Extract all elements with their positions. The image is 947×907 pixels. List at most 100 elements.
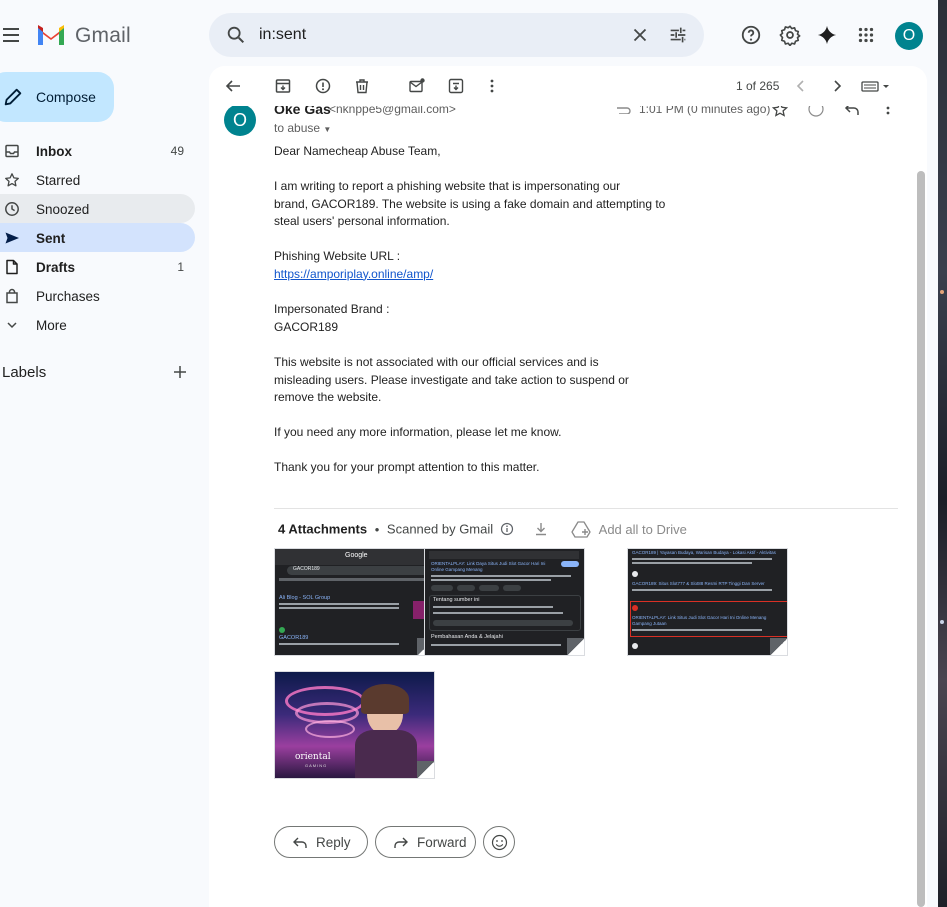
bag-icon: [6, 288, 18, 304]
attachment-thumbnail[interactable]: oriental GAMING: [274, 671, 435, 779]
forward-button[interactable]: Forward: [375, 826, 476, 858]
forward-label: Forward: [417, 835, 467, 850]
text-line: I am writing to report a phishing websit…: [274, 179, 621, 193]
email-paragraph: This website is not associated with our …: [274, 354, 629, 407]
sender-header: O Oke Gas <nknppe5@gmail.com> to abuse ▼…: [209, 100, 915, 140]
gmail-wordmark: Gmail: [75, 24, 131, 47]
gemini-sparkle-icon[interactable]: [816, 24, 838, 46]
brand-name: GACOR189: [274, 319, 339, 334]
sidebar-item-inbox[interactable]: Inbox 49: [0, 136, 195, 165]
email-paragraph: I am writing to report a phishing websit…: [274, 178, 665, 231]
download-all-icon[interactable]: [533, 521, 549, 537]
sidebar-item-purchases[interactable]: Purchases: [0, 281, 195, 310]
thumb-caption: oriental: [295, 752, 331, 762]
email-paragraph: If you need any more information, please…: [274, 425, 562, 439]
email-closing: Thank you for your prompt attention to t…: [274, 460, 540, 474]
scrollbar[interactable]: [915, 171, 927, 907]
sidebar-item-sent[interactable]: Sent: [0, 223, 195, 252]
attachments-divider: [274, 508, 898, 509]
chevron-right-icon[interactable]: [828, 77, 846, 95]
help-icon[interactable]: [740, 24, 762, 46]
pagination-label: 1 of 265: [736, 79, 780, 93]
brand-block: Impersonated Brand : GACOR189: [274, 301, 389, 336]
reply-button[interactable]: Reply: [274, 826, 368, 858]
compose-label: Compose: [36, 89, 96, 105]
tune-icon[interactable]: [667, 24, 689, 46]
emoji-reaction-button[interactable]: [483, 826, 515, 858]
compose-button[interactable]: Compose: [0, 72, 114, 122]
text-line: steal users' personal information.: [274, 214, 450, 228]
thumb-result-title: GACOR189: [279, 635, 309, 641]
sidebar-item-label: Drafts: [36, 260, 76, 275]
chevron-down-icon: ▼: [323, 125, 332, 134]
chevron-left-icon[interactable]: [792, 77, 810, 95]
mark-unread-icon[interactable]: [408, 77, 426, 95]
url-block: Phishing Website URL : https://amporipla…: [274, 248, 433, 283]
phishing-url-link[interactable]: https://amporiplay.online/amp/: [274, 267, 433, 281]
pencil-icon: [4, 88, 22, 106]
chevron-down-icon: [7, 322, 17, 329]
snooze-icon[interactable]: [447, 77, 465, 95]
reply-label: Reply: [316, 835, 351, 850]
more-vert-icon[interactable]: [483, 77, 501, 95]
thumb-result-title: Ali Blog - SOL Group: [279, 595, 331, 601]
search-icon[interactable]: [225, 24, 247, 46]
scanned-label: Scanned by Gmail: [386, 521, 494, 537]
search-bar[interactable]: in:sent: [209, 13, 704, 57]
message-pane: 1 of 265 O Oke Gas <nknppe5@gmail.com> t…: [209, 66, 927, 907]
attachment-thumbnail[interactable]: Google GACOR189 Ali Blog - SOL Group GAC…: [274, 548, 435, 656]
text-line: misleading users. Please investigate and…: [274, 372, 629, 387]
text-line: remove the website.: [274, 390, 382, 404]
sidebar-item-starred[interactable]: Starred: [0, 165, 195, 194]
thumb-section: Pembahasan Anda & Jelajahi: [431, 634, 503, 640]
star-icon: [5, 173, 19, 187]
draft-count: 1: [177, 260, 184, 274]
sidebar-item-label: Inbox: [36, 144, 72, 159]
thumb-google-logo: Google: [345, 552, 368, 559]
sidebar-item-snoozed[interactable]: Snoozed: [0, 194, 195, 223]
report-spam-icon[interactable]: [314, 77, 332, 95]
recipient-details[interactable]: to abuse ▼: [274, 121, 331, 135]
sidebar-item-more[interactable]: More: [0, 310, 195, 339]
send-icon: [5, 232, 19, 244]
window-edge: [938, 0, 947, 907]
back-arrow-icon[interactable]: [224, 77, 242, 95]
sidebar-item-label: Sent: [36, 231, 66, 246]
add-to-drive-label[interactable]: Add all to Drive: [599, 522, 687, 537]
info-icon[interactable]: [500, 522, 514, 536]
thumb-search-query: GACOR189: [293, 566, 320, 572]
thumb-result-title: GACOR189: Situs Slot777 & Slot88 Resmi R…: [632, 581, 765, 587]
sidebar-item-label: Purchases: [36, 289, 100, 304]
reply-icon: [293, 837, 307, 848]
attachments-header: 4 Attachments • Scanned by Gmail Add all…: [278, 520, 687, 540]
sidebar-item-drafts[interactable]: Drafts 1: [0, 252, 195, 281]
text-line: This website is not associated with our …: [274, 355, 599, 369]
url-label: Phishing Website URL :: [274, 249, 401, 263]
attachment-thumbnail[interactable]: GACOR189 | Yayasan Budaya, Warisan Buday…: [627, 548, 788, 656]
gmail-logo-icon[interactable]: [36, 23, 66, 47]
separator-dot: •: [374, 521, 380, 537]
archive-icon[interactable]: [274, 77, 292, 95]
scrollbar-thumb[interactable]: [917, 171, 925, 907]
apps-grid-icon[interactable]: [855, 24, 877, 46]
close-icon[interactable]: [629, 24, 651, 46]
delete-icon[interactable]: [353, 77, 371, 95]
brand-label: Impersonated Brand :: [274, 302, 390, 316]
thumb-subcaption: GAMING: [305, 763, 328, 768]
labels-heading: Labels: [2, 364, 47, 381]
sidebar-item-label: Snoozed: [36, 202, 90, 217]
gear-icon[interactable]: [779, 24, 801, 46]
main-menu-icon[interactable]: [2, 24, 24, 48]
thumb-result-title: ORIENTALPLAY: Link Daya Situs Judi Slot …: [431, 561, 546, 572]
thumb-heading: Tentang sumber ini: [433, 597, 480, 603]
sender-avatar[interactable]: O: [224, 104, 256, 136]
input-tools-icon[interactable]: [861, 77, 891, 95]
add-label-icon[interactable]: [172, 364, 188, 380]
search-input[interactable]: in:sent: [259, 26, 306, 44]
thumb-result-title: GACOR189 | Yayasan Budaya, Warisan Buday…: [632, 550, 776, 556]
drive-add-icon[interactable]: [571, 520, 591, 538]
sidebar-nav: Inbox 49 Starred Snoozed Sent Drafts 1 P…: [0, 136, 195, 339]
account-avatar[interactable]: O: [895, 22, 923, 50]
attachment-thumbnail[interactable]: ORIENTALPLAY: Link Daya Situs Judi Slot …: [424, 548, 585, 656]
inbox-icon: [5, 144, 19, 158]
